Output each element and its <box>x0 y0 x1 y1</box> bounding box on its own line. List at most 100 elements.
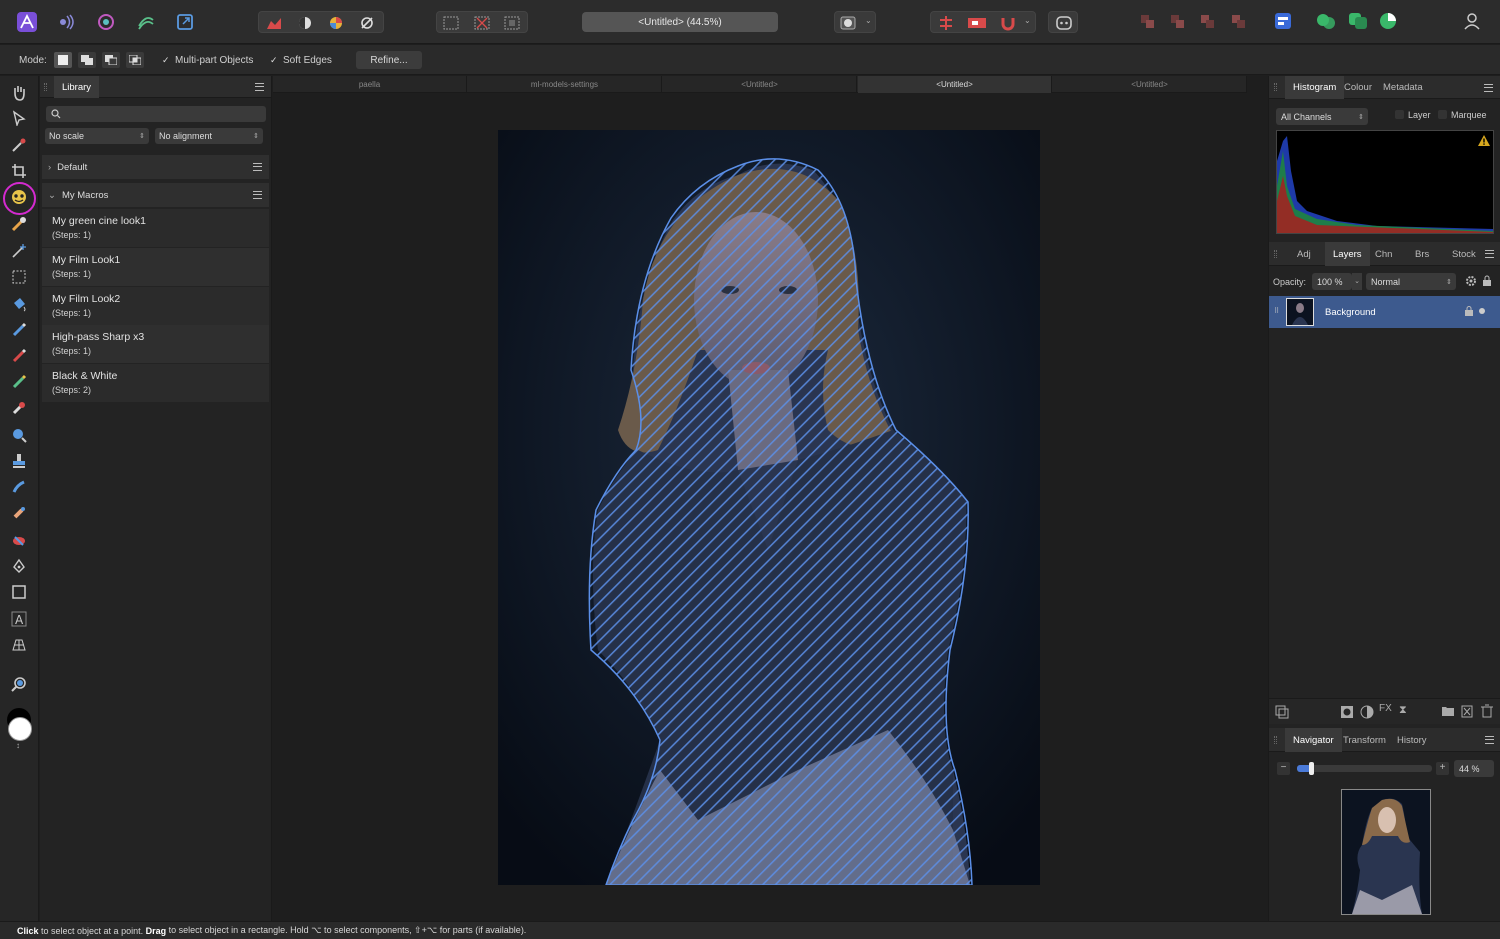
snapping-icon[interactable] <box>937 15 955 34</box>
tone-mapping-persona-icon[interactable] <box>133 9 159 35</box>
force-pixel-alignment-icon[interactable] <box>967 15 987 34</box>
panel-menu-icon[interactable] <box>1484 84 1493 92</box>
erase-brush-icon[interactable] <box>8 371 30 393</box>
quick-mask-icon[interactable] <box>839 15 857 34</box>
zoom-icon[interactable] <box>8 673 30 695</box>
gear-icon[interactable] <box>1465 275 1477 290</box>
adjustment-icon[interactable] <box>1360 705 1374 722</box>
refine-button[interactable]: Refine... <box>356 51 422 69</box>
panel-menu-icon[interactable] <box>1485 250 1494 258</box>
macro-item[interactable]: High-pass Sharp x3 (Steps: 1) <box>42 325 269 363</box>
category-menu-icon[interactable] <box>253 191 262 199</box>
healing-brush-icon[interactable] <box>8 502 30 524</box>
move-tool-icon[interactable] <box>8 107 30 129</box>
boolean-intersect-icon[interactable] <box>1378 12 1398 33</box>
zoom-out-button[interactable]: − <box>1277 762 1290 775</box>
chevron-down-icon[interactable]: ⌄ <box>865 16 872 25</box>
select-all-icon[interactable] <box>443 16 459 33</box>
liquify-persona-icon[interactable] <box>93 9 119 35</box>
tab-history[interactable]: History <box>1389 728 1435 752</box>
boolean-subtract-icon[interactable] <box>1348 12 1368 33</box>
tab-channels[interactable]: Chn <box>1367 242 1400 266</box>
layer-copy-icon[interactable] <box>1275 705 1289 722</box>
panel-menu-icon[interactable] <box>255 83 264 91</box>
layer-name[interactable]: Background <box>1325 307 1376 318</box>
dodge-icon[interactable] <box>8 397 30 419</box>
red-eye-icon[interactable] <box>8 529 30 551</box>
doc-tab-active[interactable]: <Untitled> <box>858 76 1052 93</box>
photo-canvas[interactable] <box>498 130 1040 885</box>
panel-menu-icon[interactable] <box>1485 736 1494 744</box>
tab-stock[interactable]: Stock <box>1444 242 1484 266</box>
doc-tab[interactable]: ml-models-settings <box>468 76 662 93</box>
clone-stamp-icon[interactable] <box>8 450 30 472</box>
category-menu-icon[interactable] <box>253 163 262 171</box>
tab-navigator[interactable]: Navigator <box>1285 728 1342 752</box>
text-tool-icon[interactable]: A <box>8 608 30 630</box>
crop-icon[interactable] <box>8 160 30 182</box>
alignment-select[interactable]: No alignment ⇕ <box>155 128 263 144</box>
tab-transform[interactable]: Transform <box>1335 728 1394 752</box>
zoom-slider-thumb[interactable] <box>1308 762 1314 775</box>
color-picker-icon[interactable] <box>8 134 30 156</box>
pixel-tool-icon[interactable] <box>8 345 30 367</box>
multipart-objects-checkbox[interactable]: ✓ Multi-part Objects <box>162 55 253 66</box>
flood-select-icon[interactable] <box>8 240 30 262</box>
library-search-input[interactable] <box>46 106 266 122</box>
zoom-blur-icon[interactable] <box>8 424 30 446</box>
macro-item[interactable]: My Film Look2 (Steps: 1) <box>42 287 269 325</box>
zoom-slider[interactable] <box>1297 762 1432 775</box>
align-icon[interactable] <box>1274 12 1292 33</box>
opacity-input[interactable]: 100 % <box>1312 273 1352 290</box>
export-persona-icon[interactable] <box>172 9 198 35</box>
tab-adj[interactable]: Adj <box>1289 242 1319 266</box>
hand-tool-icon[interactable] <box>8 81 30 103</box>
chevron-down-icon[interactable]: ⌄ <box>1024 16 1031 25</box>
visibility-dot-icon[interactable] <box>1479 308 1485 314</box>
deselect-icon[interactable] <box>474 16 490 33</box>
blend-mode-select[interactable]: Normal ⇕ <box>1366 273 1456 290</box>
drag-handle-icon[interactable] <box>1274 250 1277 258</box>
portrait-photo[interactable] <box>498 130 1040 885</box>
mesh-warp-icon[interactable] <box>8 634 30 656</box>
marquee-icon[interactable] <box>8 266 30 288</box>
lock-icon[interactable] <box>1465 306 1473 319</box>
doc-tab[interactable]: paella <box>273 76 467 93</box>
canvas-area[interactable] <box>273 94 1267 921</box>
marquee-checkbox[interactable] <box>1438 110 1447 119</box>
trash-icon[interactable] <box>1481 704 1493 721</box>
tab-brushes[interactable]: Brs <box>1407 242 1437 266</box>
document-title[interactable]: <Untitled> (44.5%) <box>582 12 778 32</box>
mask-icon[interactable] <box>1340 705 1354 722</box>
arrange-front-icon[interactable] <box>1231 14 1247 33</box>
auto-contrast-icon[interactable] <box>297 15 313 34</box>
scale-select[interactable]: No scale ⇕ <box>45 128 149 144</box>
tab-library[interactable]: Library <box>54 76 100 98</box>
category-default[interactable]: › Default <box>42 155 269 179</box>
macro-item[interactable]: My green cine look1 (Steps: 1) <box>42 209 269 247</box>
chevron-down-icon[interactable]: ⌄ <box>1352 273 1362 290</box>
macro-item[interactable]: My Film Look1 (Steps: 1) <box>42 248 269 286</box>
arrange-backward-icon[interactable] <box>1170 14 1186 33</box>
drag-handle-icon[interactable] <box>1274 83 1277 91</box>
mode-new-button[interactable] <box>54 52 72 68</box>
folder-icon[interactable] <box>1441 705 1455 720</box>
pixel-layer-icon[interactable] <box>1461 705 1473 721</box>
soft-edges-checkbox[interactable]: ✓ Soft Edges <box>270 55 332 66</box>
mode-add-button[interactable] <box>78 52 96 68</box>
tab-metadata[interactable]: Metadata <box>1375 76 1431 99</box>
navigator-preview[interactable] <box>1341 789 1431 915</box>
pen-tool-icon[interactable] <box>8 555 30 577</box>
drag-handle-icon[interactable] <box>1274 736 1277 744</box>
mode-intersect-button[interactable] <box>126 52 144 68</box>
tab-colour[interactable]: Colour <box>1336 76 1380 99</box>
drag-handle-icon[interactable] <box>44 83 47 91</box>
layer-row[interactable]: ⠿ Background <box>1269 296 1500 328</box>
color-balance-icon[interactable] <box>328 15 344 34</box>
smudge-icon[interactable] <box>8 476 30 498</box>
live-filter-icon[interactable]: ⧗ <box>1399 704 1407 717</box>
arrange-back-icon[interactable] <box>1140 14 1156 33</box>
paint-brush-icon[interactable] <box>8 319 30 341</box>
boolean-add-icon[interactable] <box>1316 12 1336 33</box>
rectangle-tool-icon[interactable] <box>8 581 30 603</box>
